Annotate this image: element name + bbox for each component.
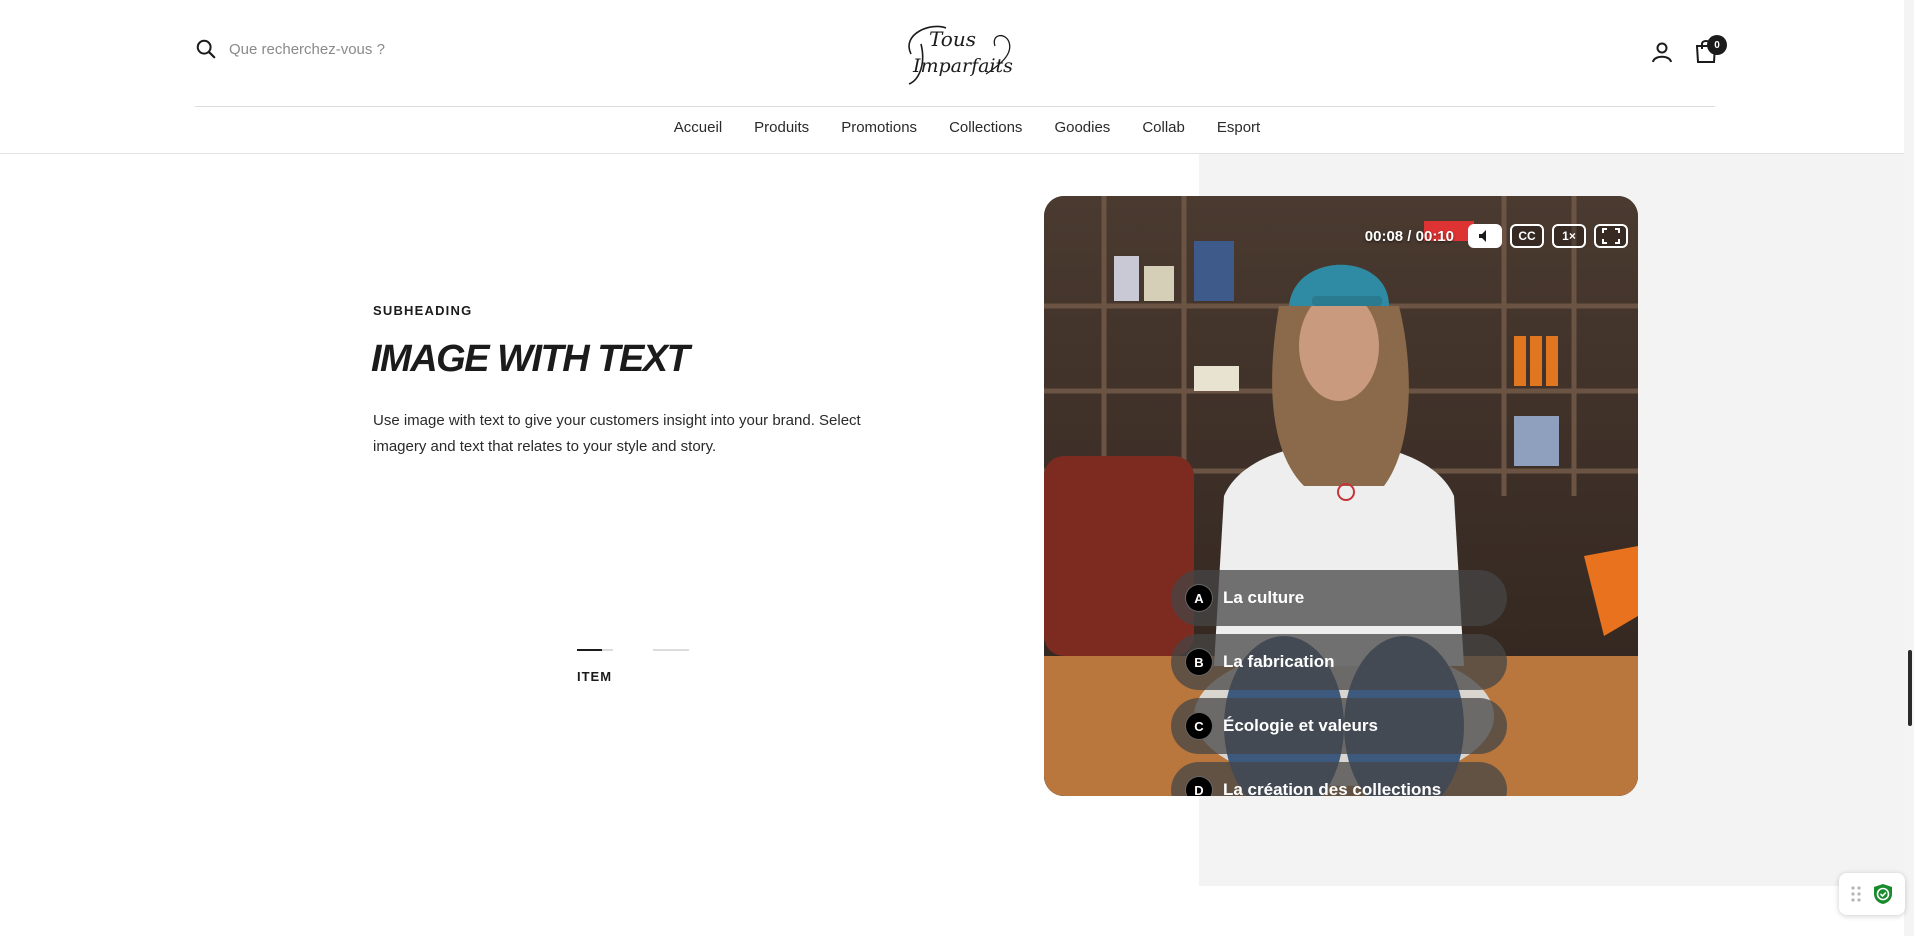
section-title: IMAGE WITH TEXT — [371, 338, 690, 380]
shield-check-icon[interactable] — [1872, 883, 1894, 905]
drag-handle-icon[interactable] — [1850, 885, 1862, 903]
page-scrollbar-thumb[interactable] — [1908, 650, 1912, 726]
slider-bar-progress — [577, 649, 603, 651]
choice-letter-badge: B — [1185, 648, 1213, 676]
video-time: 00:08 / 00:10 — [1364, 227, 1454, 245]
logo-text-line1: Tous — [929, 27, 976, 51]
fullscreen-button[interactable] — [1594, 224, 1628, 248]
choice-letter-badge: A — [1185, 584, 1213, 612]
slider-bar-2[interactable] — [653, 649, 689, 651]
playback-speed-button[interactable]: 1× — [1552, 224, 1586, 248]
nav-item-goodies[interactable]: Goodies — [1054, 119, 1110, 136]
logo-text-line2: Imparfaits — [912, 55, 1013, 77]
video-player[interactable]: 00:08 / 00:10 CC 1× A La culture B La fa… — [1044, 196, 1638, 796]
slider-bar-1[interactable] — [577, 649, 613, 651]
search-icon[interactable] — [195, 38, 217, 60]
choice-label: Écologie et valeurs — [1223, 716, 1378, 735]
cart-count-badge: 0 — [1707, 35, 1727, 55]
mute-button[interactable] — [1468, 224, 1502, 248]
site-header: Tous Imparfaits 0 Accueil Produits Promo… — [0, 0, 1914, 154]
choice-label: La création des collections — [1223, 780, 1442, 796]
section-subheading: SUBHEADING — [373, 303, 473, 318]
nav-item-collab[interactable]: Collab — [1142, 119, 1185, 136]
account-icon[interactable] — [1650, 40, 1674, 64]
choice-label: La culture — [1223, 588, 1305, 607]
chapter-choice-d[interactable]: D La création des collections — [1171, 762, 1507, 796]
choice-letter-badge: C — [1185, 712, 1213, 740]
speaker-muted-icon — [1479, 230, 1486, 242]
video-controls: 00:08 / 00:10 CC 1× — [1365, 224, 1628, 248]
nav-item-accueil[interactable]: Accueil — [674, 119, 722, 136]
trust-badge-widget[interactable] — [1839, 873, 1905, 915]
nav-item-collections[interactable]: Collections — [949, 119, 1022, 136]
page-scrollbar-track[interactable] — [1904, 0, 1914, 936]
chapter-choice-c[interactable]: C Écologie et valeurs — [1171, 698, 1507, 754]
main-nav: Accueil Produits Promotions Collections … — [0, 119, 1914, 136]
captions-button[interactable]: CC — [1510, 224, 1544, 248]
slider-item-label: ITEM — [577, 669, 613, 684]
choice-label: La fabrication — [1223, 652, 1335, 671]
fullscreen-icon — [1602, 228, 1620, 244]
nav-item-produits[interactable]: Produits — [754, 119, 809, 136]
chapter-choice-a[interactable]: A La culture — [1171, 570, 1507, 626]
search-bar[interactable] — [195, 38, 489, 60]
slider-pagination — [577, 649, 689, 651]
video-chapter-choices: A La culture B La fabrication C Écologie… — [1171, 570, 1507, 796]
header-divider — [195, 106, 1715, 107]
section-body-text: Use image with text to give your custome… — [373, 412, 861, 455]
choice-letter-badge: D — [1185, 776, 1213, 796]
search-input[interactable] — [229, 40, 489, 58]
brand-logo[interactable]: Tous Imparfaits — [891, 14, 1021, 88]
chapter-choice-b[interactable]: B La fabrication — [1171, 634, 1507, 690]
nav-item-esport[interactable]: Esport — [1217, 119, 1260, 136]
nav-item-promotions[interactable]: Promotions — [841, 119, 917, 136]
